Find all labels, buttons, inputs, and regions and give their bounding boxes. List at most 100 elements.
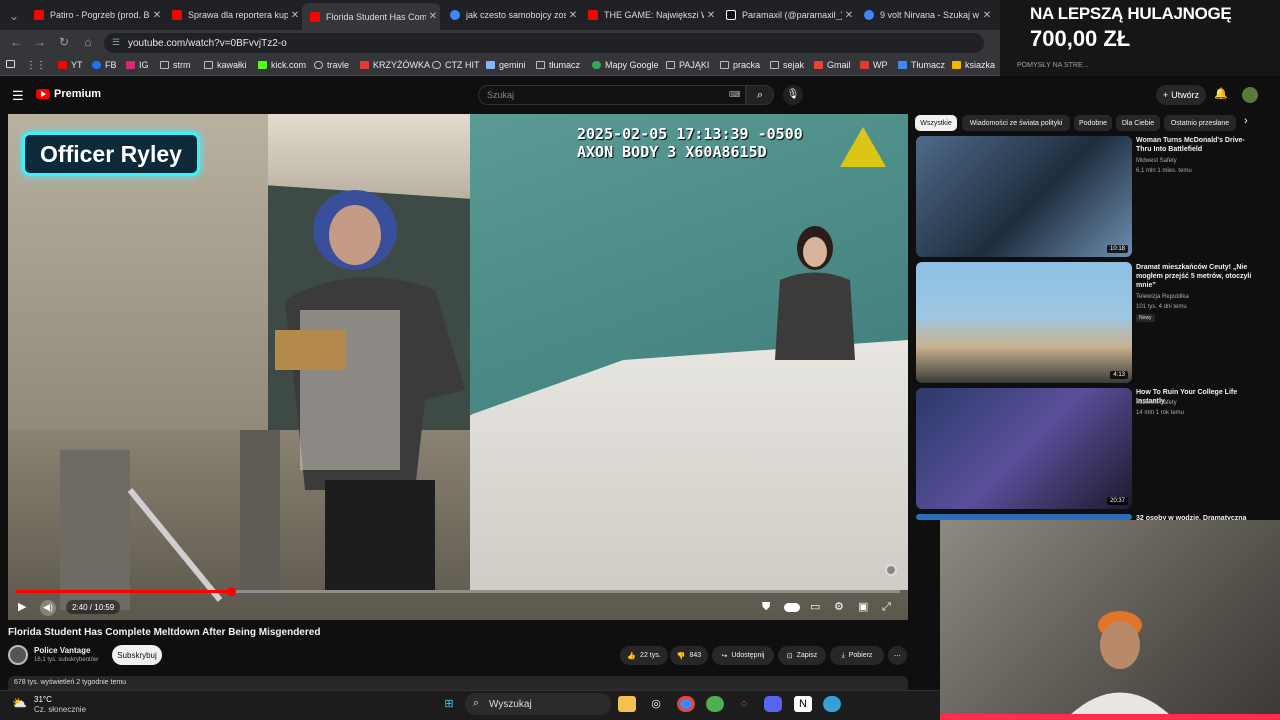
play-icon[interactable]: ▶: [18, 600, 26, 614]
menu-icon[interactable]: ☰: [12, 88, 24, 104]
channel-watermark-icon[interactable]: [885, 564, 897, 576]
bookmark-kick[interactable]: kick.com: [258, 60, 306, 70]
opera-icon[interactable]: ○: [735, 696, 753, 712]
bookmark-tlumacz-2[interactable]: Tłumacz: [898, 60, 945, 70]
close-tab-icon[interactable]: ✕: [980, 10, 994, 21]
back-arrow-icon[interactable]: ←: [8, 34, 24, 50]
bookmark-tlumacz[interactable]: tłumacz: [536, 60, 580, 70]
bookmark-gemini[interactable]: gemini: [486, 60, 526, 70]
weather-temperature[interactable]: 31°C: [34, 695, 52, 704]
fullscreen-icon[interactable]: ⤢: [882, 600, 891, 614]
like-button[interactable]: 👍 22 tys.: [620, 646, 668, 665]
apps-icon[interactable]: ⋮⋮: [26, 60, 46, 71]
close-tab-icon[interactable]: ✕: [842, 10, 856, 21]
taskbar-search[interactable]: ⌕ Wyszukaj: [465, 693, 611, 715]
notifications-bell-icon[interactable]: 🔔: [1214, 87, 1228, 100]
file-explorer-icon[interactable]: [618, 696, 636, 712]
close-tab-icon[interactable]: ✕: [566, 10, 580, 21]
plus-icon: +: [1162, 90, 1169, 100]
chrome-icon[interactable]: [677, 696, 695, 712]
globe-icon: [314, 61, 323, 69]
close-tab-icon[interactable]: ✕: [704, 10, 718, 21]
reload-icon[interactable]: ↻: [56, 34, 72, 50]
chip-similar[interactable]: Podobne: [1074, 115, 1112, 131]
app-icon[interactable]: ◎: [647, 696, 665, 712]
close-tab-icon[interactable]: ✕: [150, 10, 164, 21]
tab-list-chevron-icon[interactable]: ⌄: [6, 8, 22, 24]
bookmark-wp[interactable]: WP: [860, 60, 888, 70]
chip-recently-uploaded[interactable]: Ostatnio przesłane: [1164, 115, 1236, 131]
notion-icon[interactable]: N: [794, 696, 812, 712]
bookmark-fb[interactable]: FB: [92, 60, 117, 70]
create-button[interactable]: + Utwórz: [1156, 85, 1206, 105]
bookmark-kawalki[interactable]: kawałki: [204, 60, 247, 70]
search-button[interactable]: ⌕: [746, 85, 774, 105]
browser-tab[interactable]: jak czesto samobojcy zost ✕: [442, 4, 580, 26]
recommendation-thumbnail[interactable]: 4:13: [916, 262, 1132, 383]
bookmark-strm[interactable]: strm: [160, 60, 191, 70]
autoplay-toggle[interactable]: [784, 603, 800, 612]
video-description[interactable]: 678 tys. wyświetleń 2 tygodnie temu: [8, 676, 908, 690]
home-icon[interactable]: ⌂: [80, 34, 96, 50]
bookmark-travle[interactable]: travle: [314, 60, 349, 70]
windows-start-icon[interactable]: ⊞: [440, 696, 458, 712]
recommendation-title[interactable]: Woman Turns McDonald's Drive-Thru Into B…: [1136, 136, 1260, 154]
browser-icon[interactable]: [706, 696, 724, 712]
recommendation-channel[interactable]: Midwest Safety: [1136, 158, 1177, 164]
weather-icon[interactable]: ⛅: [12, 696, 27, 710]
discord-icon[interactable]: [764, 696, 782, 712]
bookmark-sejak[interactable]: sejak: [770, 60, 804, 70]
close-tab-icon[interactable]: ✕: [288, 10, 302, 21]
globe-app-icon[interactable]: [823, 696, 841, 712]
browser-tab[interactable]: Patiro - Pogrzeb (prod. Be ✕: [26, 4, 164, 26]
browser-tab[interactable]: 9 volt Nirvana - Szukaj w ✕: [856, 4, 994, 26]
bookmark-pracka[interactable]: pracka: [720, 60, 760, 70]
channel-name[interactable]: Police Vantage: [34, 646, 90, 655]
voice-search-button[interactable]: 🎙: [783, 85, 803, 105]
bookmark-gmail[interactable]: Gmail: [814, 60, 851, 70]
recommendation-thumbnail[interactable]: 20:37: [916, 388, 1132, 509]
recommendation-channel[interactable]: Telewizja Republika: [1136, 294, 1189, 300]
chip-politics[interactable]: Wiadomości ze świata polityki: [962, 115, 1070, 131]
bookmark-pajaki[interactable]: PAJĄKI: [666, 60, 709, 70]
tab-title: THE GAME: Największi Wr: [604, 10, 704, 20]
browser-tab[interactable]: Sprawa dla reportera kup ✕: [164, 4, 302, 26]
dislike-button[interactable]: 👎 843: [670, 646, 708, 665]
save-button[interactable]: ⊡ Zapisz: [778, 646, 826, 665]
recommendation-title[interactable]: Dramat mieszkańców Ceuty! „Nie mogłem pr…: [1136, 263, 1260, 290]
keyboard-icon[interactable]: ⌨: [729, 90, 741, 99]
chevron-right-icon[interactable]: ›: [1244, 115, 1248, 127]
channel-avatar[interactable]: [8, 645, 28, 665]
browser-tab[interactable]: THE GAME: Największi Wr ✕: [580, 4, 718, 26]
more-actions-button[interactable]: ⋯: [888, 646, 907, 665]
bookmark-ig[interactable]: IG: [126, 60, 149, 70]
youtube-logo[interactable]: Premium: [36, 88, 101, 100]
user-avatar[interactable]: [1242, 87, 1258, 103]
bookmark-ksiazka[interactable]: ksiazka: [952, 60, 995, 70]
subscribe-button[interactable]: Subskrybuj: [112, 645, 162, 665]
bookmark-mapy-google[interactable]: Mapy Google: [592, 60, 659, 70]
download-button[interactable]: ⤓ Pobierz: [830, 646, 884, 665]
video-scrubber-handle[interactable]: [226, 587, 236, 596]
bookmark-yt[interactable]: YT: [58, 60, 83, 70]
recommendation-thumbnail[interactable]: 10:18: [916, 136, 1132, 257]
recommendation-channel[interactable]: Midwest Safety: [1136, 400, 1177, 406]
subtitles-icon[interactable]: ▭: [810, 600, 820, 614]
chip-for-you[interactable]: Dla Ciebie: [1116, 115, 1160, 131]
browser-tab-active[interactable]: Florida Student Has Comp ✕: [302, 3, 440, 30]
apps-grid-icon[interactable]: [6, 60, 19, 68]
bookmark-krzyzowka[interactable]: KRZYŻÓWKA: [360, 60, 430, 70]
miniplayer-icon[interactable]: ▣: [858, 600, 868, 614]
site-info-icon[interactable]: ☰: [112, 37, 120, 48]
close-tab-icon[interactable]: ✕: [426, 11, 440, 22]
share-button[interactable]: ↪ Udostępnij: [712, 646, 774, 665]
forward-arrow-icon[interactable]: →: [32, 34, 48, 50]
settings-gear-icon[interactable]: ⚙: [834, 600, 844, 614]
volume-icon[interactable]: ◀): [40, 600, 56, 616]
search-input[interactable]: Szukaj ⌨: [478, 85, 746, 105]
chip-all[interactable]: Wszystkie: [915, 115, 957, 131]
address-bar[interactable]: ☰ youtube.com/watch?v=0BFvvjTz2-o: [104, 33, 984, 53]
sponsor-shield-icon[interactable]: ⛊: [762, 600, 770, 614]
browser-tab[interactable]: Paramaxil (@paramaxil_) ✕: [718, 4, 856, 26]
bookmark-ctz-hit[interactable]: CTZ HIT: [432, 60, 480, 70]
